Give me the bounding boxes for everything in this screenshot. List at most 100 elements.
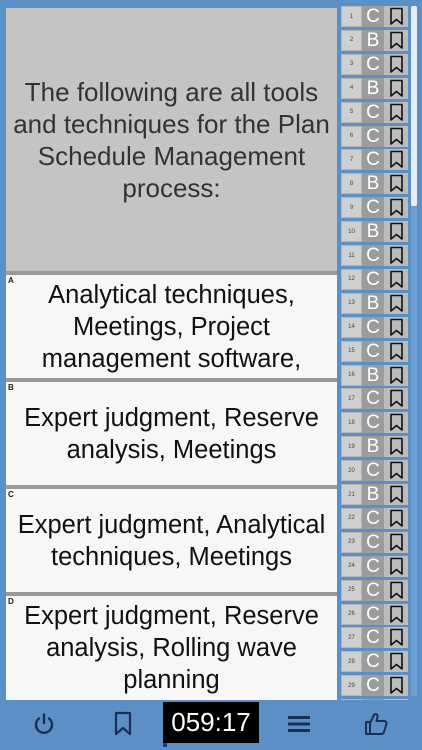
- answer-letter: B: [362, 484, 384, 505]
- option-d[interactable]: D Expert judgment, Reserve analysis, Rol…: [6, 596, 337, 700]
- bookmark-toggle[interactable]: [384, 101, 408, 123]
- answer-row[interactable]: 19 B: [340, 436, 410, 458]
- answer-row[interactable]: 17 C: [340, 388, 410, 410]
- bookmark-icon: [389, 485, 403, 503]
- bookmark-toggle[interactable]: [384, 388, 408, 410]
- question-number: 9: [341, 197, 362, 219]
- answer-row[interactable]: 22 C: [340, 507, 410, 530]
- option-letter: C: [8, 490, 14, 499]
- bookmark-toggle[interactable]: [384, 53, 408, 75]
- answer-row[interactable]: 12 C: [340, 268, 410, 291]
- answer-letter: C: [362, 6, 384, 27]
- option-letter: A: [8, 276, 14, 285]
- bookmark-toggle[interactable]: [384, 531, 408, 553]
- answer-row[interactable]: 3C: [340, 53, 410, 76]
- bookmark-toggle[interactable]: [384, 292, 408, 314]
- answer-letter: B: [362, 173, 384, 195]
- question-number: 5: [341, 101, 362, 123]
- bookmark-toggle[interactable]: [384, 221, 408, 243]
- bookmark-toggle[interactable]: [384, 149, 408, 171]
- question-number: 30: [341, 699, 362, 700]
- bookmark-toggle[interactable]: [384, 507, 408, 529]
- bookmark-toggle[interactable]: [384, 484, 408, 505]
- bookmark-toggle[interactable]: [384, 245, 408, 266]
- thumbs-up-button[interactable]: [356, 708, 396, 740]
- answer-letter: C: [362, 340, 384, 362]
- bookmark-toggle[interactable]: [384, 197, 408, 219]
- bookmark-icon: [389, 270, 403, 288]
- bookmark-toggle[interactable]: [384, 436, 408, 458]
- question-number: 6: [341, 125, 362, 147]
- option-a[interactable]: A Analytical techniques, Meetings, Proje…: [6, 275, 337, 378]
- bookmark-toggle[interactable]: [384, 555, 408, 577]
- bookmark-toggle[interactable]: [384, 579, 408, 601]
- question-number: 27: [341, 627, 362, 649]
- answer-row[interactable]: 27 C: [340, 627, 410, 649]
- answer-row[interactable]: 16 B: [340, 364, 410, 387]
- bookmark-icon: [389, 174, 403, 193]
- answer-row[interactable]: 24 C: [340, 555, 410, 578]
- answer-row[interactable]: 13 B: [340, 292, 410, 315]
- answer-row[interactable]: 7C: [340, 149, 410, 171]
- answer-row[interactable]: 10 B: [340, 221, 410, 243]
- answer-row[interactable]: 20 C: [340, 460, 410, 482]
- question-number: 14: [341, 316, 362, 338]
- option-c[interactable]: C Expert judgment, Analytical techniques…: [6, 489, 337, 592]
- option-b[interactable]: B Expert judgment, Reserve analysis, Mee…: [6, 382, 337, 485]
- bookmark-icon: [389, 533, 403, 551]
- answer-row[interactable]: 5C: [340, 101, 410, 124]
- question-number: 13: [341, 292, 362, 314]
- answer-row[interactable]: 26 C: [340, 603, 410, 626]
- bookmark-toggle[interactable]: [384, 603, 408, 625]
- bookmark-icon: [389, 509, 403, 527]
- bookmark-toggle[interactable]: [384, 173, 408, 195]
- menu-button[interactable]: [279, 708, 319, 740]
- bookmark-icon: [389, 461, 403, 479]
- answer-letter: B: [362, 364, 384, 386]
- answer-row[interactable]: 1C: [340, 6, 410, 28]
- bookmark-toggle[interactable]: [384, 268, 408, 290]
- bookmark-toggle[interactable]: [384, 699, 408, 700]
- answer-row[interactable]: 29 C: [340, 675, 410, 697]
- bookmark-toggle[interactable]: [384, 675, 408, 697]
- bookmark-icon: [389, 557, 403, 575]
- question-number: 24: [341, 555, 362, 577]
- bookmark-toggle[interactable]: [384, 364, 408, 386]
- bookmark-button[interactable]: [103, 708, 143, 740]
- bookmark-toggle[interactable]: [384, 460, 408, 482]
- answer-row[interactable]: 30C: [340, 699, 410, 700]
- question-number: 2: [341, 29, 362, 51]
- answer-letter: C: [362, 603, 384, 625]
- bookmark-toggle[interactable]: [384, 316, 408, 338]
- answer-row[interactable]: 9C: [340, 197, 410, 219]
- question-number: 16: [341, 364, 362, 386]
- answer-letter: C: [362, 101, 384, 123]
- answer-row[interactable]: 23 C: [340, 531, 410, 554]
- answer-row[interactable]: 6C: [340, 125, 410, 148]
- answer-row[interactable]: 15 C: [340, 340, 410, 363]
- scrollbar-thumb[interactable]: [411, 6, 417, 206]
- bookmark-toggle[interactable]: [384, 125, 408, 147]
- answer-row[interactable]: 21 B: [340, 484, 410, 506]
- bookmark-toggle[interactable]: [384, 651, 408, 673]
- bookmark-toggle[interactable]: [384, 29, 408, 51]
- bookmark-icon: [389, 127, 403, 145]
- answer-row[interactable]: 14 C: [340, 316, 410, 339]
- bookmark-toggle[interactable]: [384, 412, 408, 434]
- power-button[interactable]: [24, 708, 64, 740]
- answer-row[interactable]: 8B: [340, 173, 410, 195]
- bookmark-icon: [389, 31, 403, 49]
- answer-row[interactable]: 25 C: [340, 579, 410, 602]
- answer-row[interactable]: 11 C: [340, 245, 410, 267]
- bookmark-toggle[interactable]: [384, 77, 408, 99]
- bookmark-toggle[interactable]: [384, 340, 408, 362]
- answer-row[interactable]: 2B: [340, 29, 410, 52]
- bookmark-icon: [389, 605, 403, 623]
- answer-row[interactable]: 18 C: [340, 412, 410, 434]
- question-number: 11: [341, 245, 362, 266]
- answer-row[interactable]: 4B: [340, 77, 410, 100]
- answer-row[interactable]: 28 C: [340, 651, 410, 673]
- bookmark-icon: [389, 55, 403, 73]
- bookmark-toggle[interactable]: [384, 6, 408, 27]
- bookmark-toggle[interactable]: [384, 627, 408, 649]
